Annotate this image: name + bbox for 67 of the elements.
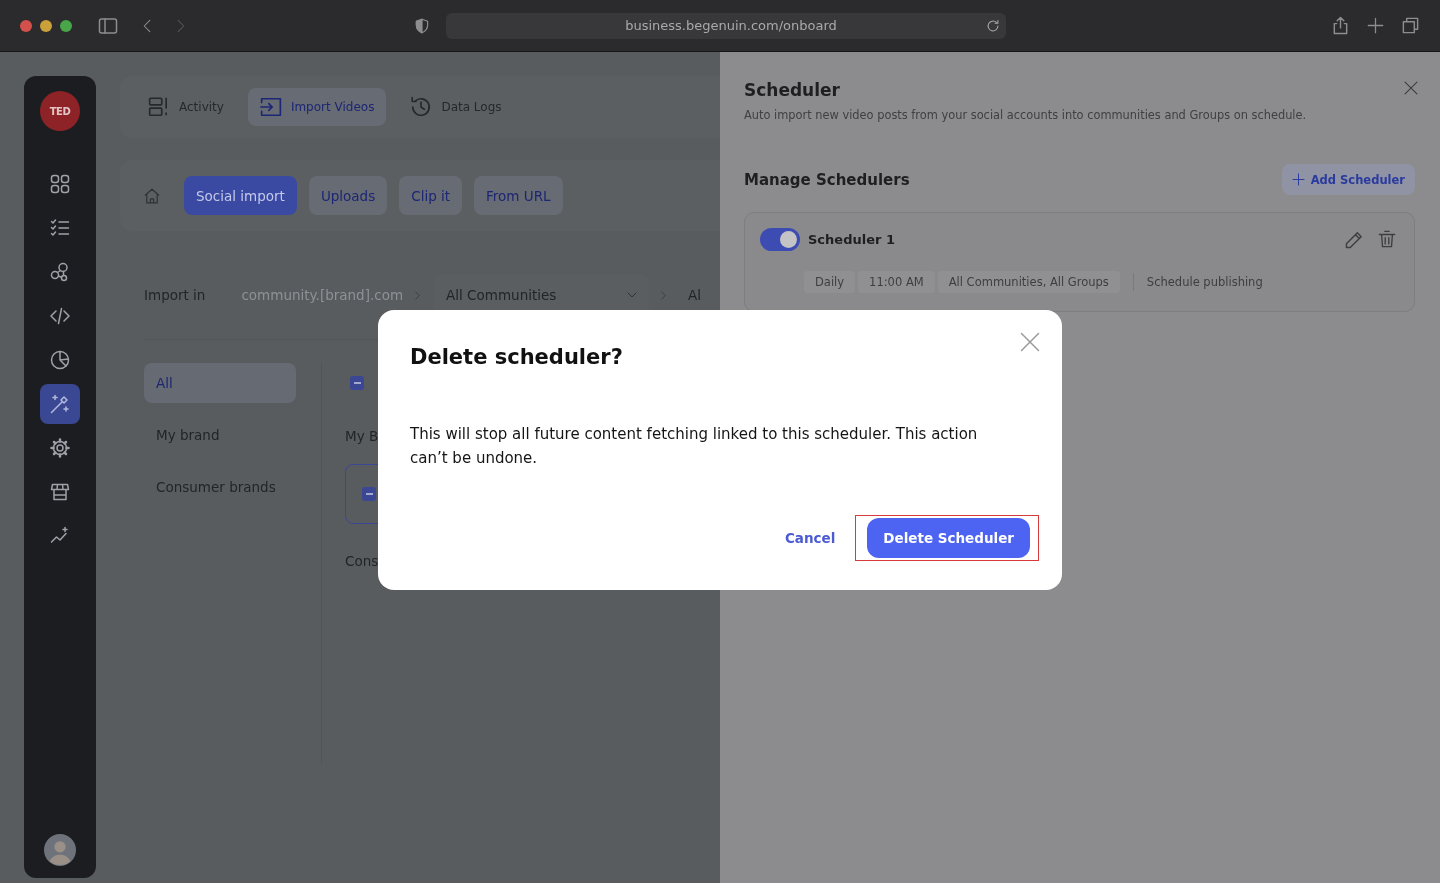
plus-icon: [1291, 173, 1305, 186]
chevron-down-icon: [627, 290, 638, 300]
shield-icon: [414, 17, 430, 34]
grid-icon: [50, 174, 70, 194]
source-tab[interactable]: From URL: [474, 176, 563, 215]
group-dropdown-text[interactable]: Al: [688, 287, 702, 303]
code-icon: [50, 306, 70, 326]
source-tab[interactable]: Social import: [184, 176, 297, 215]
checklist-icon: [50, 218, 70, 238]
add-scheduler-button[interactable]: Add Scheduler: [1281, 164, 1415, 195]
maximize-window-dot[interactable]: [60, 19, 72, 32]
checkbox[interactable]: [350, 376, 364, 390]
panel-title: Scheduler: [744, 79, 840, 102]
layout-icon: [148, 96, 170, 118]
close-icon: [1404, 81, 1418, 95]
gear-icon: [50, 438, 70, 458]
share-icon: [1331, 16, 1350, 35]
section-title: Manage Schedulers: [744, 170, 910, 189]
minimize-window-dot[interactable]: [40, 19, 52, 32]
cancel-button[interactable]: Cancel: [784, 530, 836, 546]
reload-icon: [986, 18, 1000, 33]
home-icon: [144, 187, 160, 204]
nav-button[interactable]: [40, 384, 80, 424]
trash-button[interactable]: [1378, 230, 1396, 249]
pie-chart-icon: [50, 350, 70, 370]
import-label: Import in: [144, 287, 206, 303]
chevron-right-icon: [659, 290, 669, 300]
source-tab[interactable]: Uploads: [308, 176, 388, 215]
wand-icon: [50, 394, 70, 414]
group-heading: My B: [345, 427, 379, 446]
chevron-right-icon: [413, 290, 423, 300]
edit-button[interactable]: [1345, 230, 1364, 249]
delete-button[interactable]: Delete Scheduler: [867, 518, 1030, 558]
plus-icon: [1367, 17, 1384, 34]
sidebar-icon: [98, 15, 118, 36]
source-tab[interactable]: Clip it: [399, 176, 463, 215]
close-icon: [1020, 332, 1040, 352]
checkbox[interactable]: [362, 487, 376, 501]
scheduler-name: Scheduler 1: [808, 232, 895, 247]
address-bar[interactable]: business.begenuin.com/onboard: [446, 12, 1006, 39]
nav-tab[interactable]: Import Videos: [247, 88, 387, 126]
schedule-tag: Daily: [804, 271, 856, 293]
filter-item[interactable]: All: [144, 363, 296, 403]
team-logo: TED: [40, 91, 80, 131]
pencil-icon: [1345, 230, 1364, 249]
dialog-message: This will stop all future content fetching linked to this scheduler. This action can’t be undone.: [410, 424, 979, 469]
dialog-title: Delete scheduler?: [410, 344, 623, 371]
panel-subtitle: Auto import new video posts from your social accounts into communities and Groups on schedule.: [744, 107, 1307, 124]
toggle-switch[interactable]: [760, 228, 800, 251]
schedule-tag: All Communities, All Groups: [937, 271, 1120, 293]
history-icon: [410, 96, 433, 118]
filter-item[interactable]: Consumer brands: [144, 467, 296, 507]
nav-tab[interactable]: Activity: [136, 88, 236, 126]
store-icon: [50, 482, 70, 502]
schedule-tag: 11:00 AM: [858, 271, 935, 293]
filter-item[interactable]: My brand: [144, 415, 296, 455]
close-button[interactable]: [1020, 332, 1040, 352]
close-window-dot[interactable]: [20, 19, 32, 32]
trash-icon: [1378, 230, 1396, 248]
trend-chart-icon: [50, 526, 70, 546]
publishing-label: Schedule publishing: [1146, 275, 1263, 289]
arrow-into-box-icon: [259, 96, 282, 118]
nodes-icon: [50, 262, 70, 282]
avatar-icon[interactable]: [44, 834, 76, 866]
close-button[interactable]: [1404, 81, 1418, 95]
tabs-icon: [1401, 16, 1420, 35]
group-heading: Cons: [345, 552, 379, 571]
